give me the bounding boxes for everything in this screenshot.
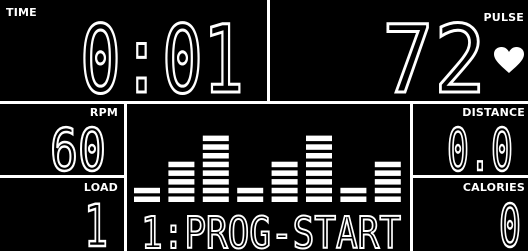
profile-segment [271, 187, 298, 194]
profile-segment [271, 179, 298, 185]
profile-segment [340, 196, 367, 202]
program-profile-panel: 1:PROG-START [127, 104, 410, 251]
pulse-panel: PULSE 72 [270, 0, 528, 101]
profile-segment [306, 179, 332, 185]
profile-segment [271, 170, 298, 176]
exercise-console-display: TIME 0:01 PULSE 72 RPM 60 LOAD 1 1:PROG-… [0, 0, 528, 251]
profile-segment [202, 179, 229, 185]
profile-segment [134, 187, 160, 194]
profile-segment [237, 196, 264, 202]
profile-segment [168, 170, 195, 176]
profile-segment [202, 196, 229, 202]
profile-segment [168, 161, 195, 168]
profile-segment [202, 135, 229, 142]
profile-segment [306, 144, 332, 150]
profile-segment [306, 196, 332, 202]
profile-segment [306, 161, 332, 168]
calories-panel: CALORIES 0 [413, 178, 528, 251]
load-value-display: 1 [82, 194, 112, 250]
profile-segment [202, 161, 229, 168]
rpm-panel: RPM 60 [0, 104, 124, 175]
profile-segment [374, 179, 401, 185]
program-message: 1:PROG-START [141, 208, 401, 251]
profile-segment [202, 144, 229, 150]
time-value-display: 0:01 [78, 8, 248, 100]
distance-value: 0.0 [447, 118, 513, 174]
load-panel: LOAD 1 [0, 178, 124, 251]
calories-value: 0 [499, 194, 521, 250]
pulse-value: 72 [382, 8, 486, 100]
rpm-value: 60 [50, 118, 106, 174]
time-label: TIME [6, 6, 37, 19]
profile-segment [202, 170, 229, 176]
program-profile-chart [134, 135, 401, 202]
profile-segment [168, 196, 195, 202]
calories-label: CALORIES [462, 181, 525, 194]
program-message-display: 1:PROG-START [139, 207, 405, 251]
profile-segment [340, 187, 367, 194]
profile-segment [134, 196, 160, 202]
profile-segment [271, 196, 298, 202]
profile-segment [306, 135, 332, 142]
load-value: 1 [84, 194, 108, 250]
calories-value-display: 0 [497, 194, 525, 250]
load-label: LOAD [83, 181, 118, 194]
heart-icon [494, 47, 524, 73]
profile-segment [374, 187, 401, 194]
profile-segment [374, 196, 401, 202]
profile-segment [306, 187, 332, 194]
profile-segment [374, 170, 401, 176]
profile-segment [374, 161, 401, 168]
distance-panel: DISTANCE 0.0 [413, 104, 528, 175]
time-value: 0:01 [80, 8, 244, 100]
profile-segment [306, 170, 332, 176]
profile-segment [168, 179, 195, 185]
profile-segment [202, 153, 229, 159]
rpm-value-display: 60 [48, 118, 110, 174]
profile-segment [168, 187, 195, 194]
profile-segment [237, 187, 264, 194]
distance-value-display: 0.0 [445, 118, 517, 174]
profile-segment [202, 187, 229, 194]
profile-segment [271, 161, 298, 168]
pulse-value-display: 72 [380, 8, 490, 100]
time-panel: TIME 0:01 [0, 0, 267, 101]
profile-segment [306, 153, 332, 159]
